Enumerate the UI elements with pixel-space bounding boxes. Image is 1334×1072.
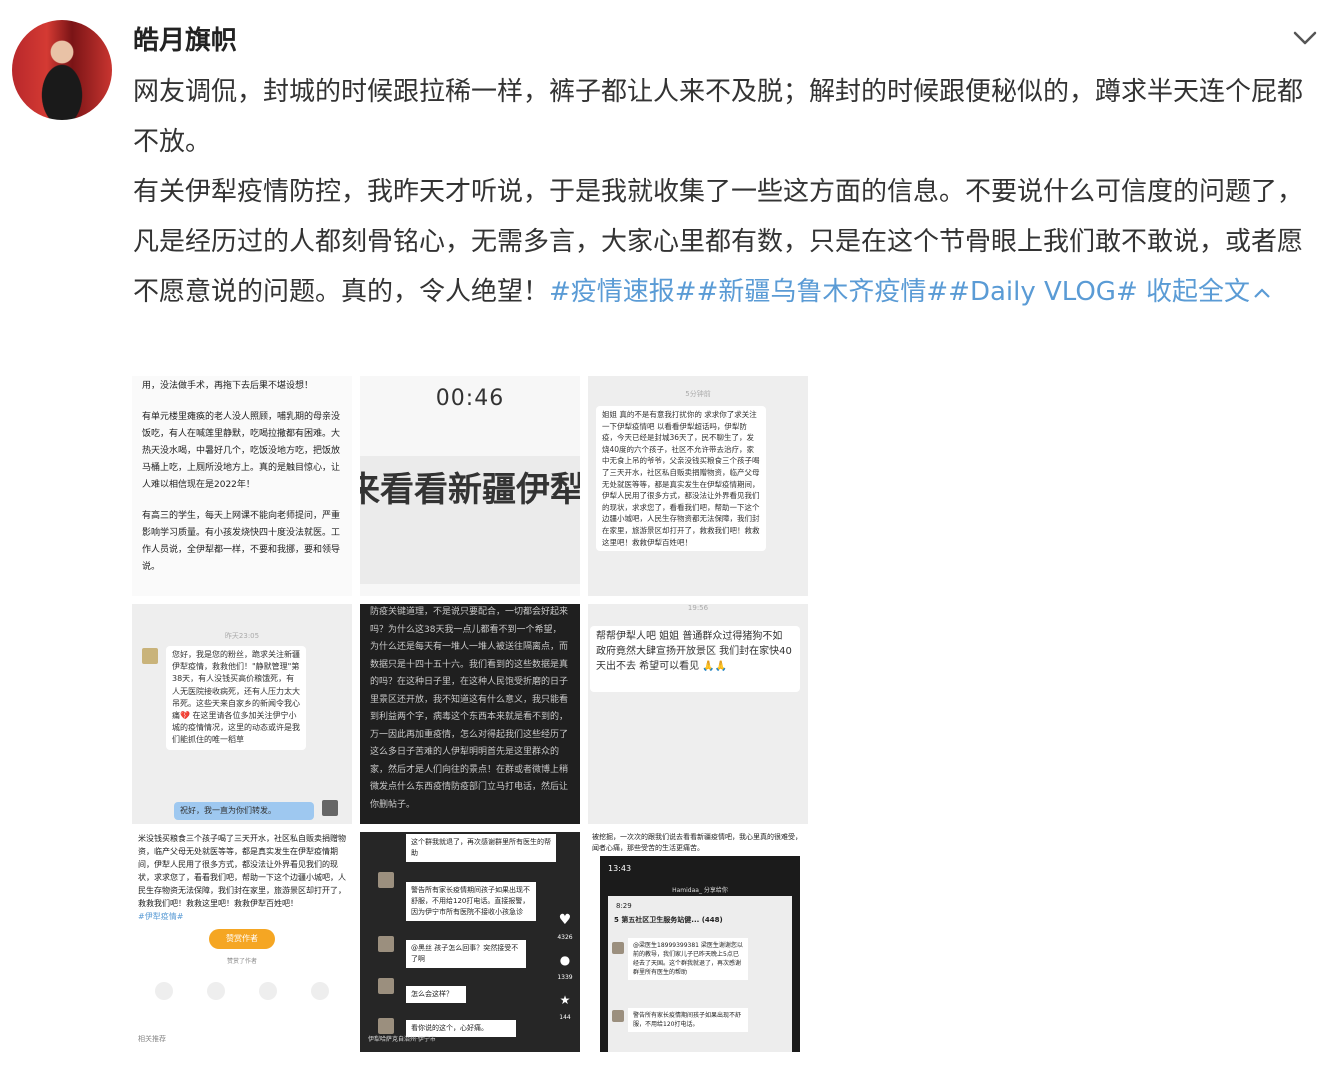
image-1[interactable]: 用，没法做手术，再拖下去后果不堪设想！ 有单元楼里瘫痪的老人没人照顾，哺乳期的母… [132,376,352,596]
moments-icon[interactable] [207,982,225,1000]
img8-avatar-2 [378,936,394,952]
img1-para-1: 用，没法做手术，再拖下去后果不堪设想！ [142,381,314,391]
img4-sender-avatar [142,648,158,664]
phone-screen: 13:43 Hamidaa_ 分享给你 8:29 5 第五社区卫生服务站健...… [600,856,800,1052]
fav-count: 144 [559,1014,571,1021]
img4-timestamp: 昨天23:05 [224,632,260,640]
post-line-1: 网友调侃，封城的时候跟拉稀一样，裤子都让人来不及脱；解封的时候跟便秘似的，蹲求半… [133,77,1304,157]
reward-button[interactable]: 赞赏作者 [209,929,275,949]
chevron-down-icon[interactable] [1292,28,1318,48]
img8-avatar-3 [378,978,394,994]
image-3[interactable]: 5分钟前 姐姐 真的不是有意我打扰你的 求求你了求关注一下伊犁疫情吧 以看看伊犁… [588,376,808,596]
back-count[interactable]: 5 [614,916,619,924]
image-2[interactable]: 00:46 来看看新疆伊犁 [360,376,580,596]
inner-msg-2: 警告所有家长疫情期间孩子如果出现不舒服，不用给120打电话。 [628,1008,748,1032]
img7-tag[interactable]: #伊犁疫情# [138,910,346,923]
img3-timestamp: 5分钟前 [685,390,711,398]
img9-top-text: 被挖掘，一次次的跟我们说去看看新疆疫情吧，我心里真的很难受，闻者心痛，那些受苦的… [592,833,802,852]
img8-msg-1: 这个群我就退了，再次感谢群里所有医生的帮助 [406,834,556,862]
img1-para-3: 有高三的学生，每天上网课不能向老师提问，严重影响学习质量。有小孩发烧快四十度没法… [142,511,341,572]
heart-icon[interactable]: ♥ [554,912,576,929]
qq-icon[interactable] [259,982,277,1000]
status-time: 13:43 [608,864,632,873]
comment-icon[interactable]: ● [554,952,576,969]
img8-msg-4: 怎么会这样？ [406,986,466,1003]
video-banner-text: 来看看新疆伊犁 [360,470,580,510]
inner-avatar-1 [612,942,624,954]
share-row [138,982,346,1000]
star-icon[interactable]: ★ [554,992,576,1009]
post-line-2: 有关伊犁疫情防控，我昨天才听说，于是我就收集了一些这方面的信息。不要说什么可信度… [133,167,1313,317]
group-count: (448) [701,916,723,924]
username[interactable]: 皓月旗帜 [133,20,237,57]
group-header: 5 第五社区卫生服务站健... (448) [614,912,723,929]
post-text: 网友调侃，封城的时候跟拉稀一样，裤子都让人来不及脱；解封的时候跟便秘似的，蹲求半… [133,67,1313,317]
img8-avatar-1 [378,872,394,888]
image-7[interactable]: 米没钱买粮食三个孩子喝了三天开水，社区私自贩卖捐赠物资，临产父母无处就医等等，都… [132,832,352,1052]
img3-message: 姐姐 真的不是有意我打扰你的 求求你了求关注一下伊犁疫情吧 以看看伊犁超话吗，伊… [596,406,766,552]
reward-note: 赞赏了作者 [226,958,257,965]
image-9[interactable]: 被挖掘，一次次的跟我们说去看看新疆疫情吧，我心里真的很难受，闻者心痛，那些受苦的… [588,832,808,1052]
img7-text: 米没钱买粮食三个孩子喝了三天开水，社区私自贩卖捐赠物资，临产父母无处就医等等，都… [138,834,346,908]
hashtags[interactable]: #疫情速报##新疆乌鲁木齐疫情##Daily VLOG# [549,277,1138,307]
chevron-up-icon [1254,287,1270,298]
img1-para-2: 有单元楼里瘫痪的老人没人照顾，哺乳期的母亲没饭吃，有人在喊莲里静默，吃喝拉撒都有… [142,412,341,490]
video-timer: 00:46 [435,386,505,411]
wechat-icon[interactable] [155,982,173,1000]
like-count: 4326 [557,934,573,941]
image-6[interactable]: 19:56 帮帮伊犁人吧 姐姐 普通群众过得猪狗不如 政府竟然大肆宣扬开放景区 … [588,604,808,824]
bookmark-icon[interactable] [311,982,329,1000]
img4-reply: 祝好，我一直为你们转发。 [174,802,314,820]
video-actions: ♥ 4326 ● 1339 ★ 144 [554,912,576,1026]
image-8[interactable]: 这个群我就退了，再次感谢群里所有医生的帮助 警告所有家长疫情期间孩子如果出现不舒… [360,832,580,1052]
comment-count: 1339 [557,974,573,981]
image-grid: 用，没法做手术，再拖下去后果不堪设想！ 有单元楼里瘫痪的老人没人照顾，哺乳期的母… [132,376,808,1052]
image-4[interactable]: 昨天23:05 您好，我是您的粉丝，跪求关注新疆伊犁疫情，救救他们！"静默管理"… [132,604,352,824]
img4-message: 您好，我是您的粉丝，跪求关注新疆伊犁疫情，救救他们！"静默管理"第38天，有人没… [166,646,306,750]
inner-avatar-2 [612,1010,624,1022]
image-5[interactable]: 防疫关键道理，不是说只要配合，一切都会好起来吗？为什么这38天我一点儿都看不到一… [360,604,580,824]
related-label: 相关推荐 [138,1035,166,1043]
img8-msg-2: 警告所有家长疫情期间孩子如果出现不舒服，不用给120打电话。直接报警，因为伊宁市… [406,882,536,921]
group-name: 第五社区卫生服务站健... [621,916,700,924]
avatar[interactable] [12,20,112,120]
img6-timestamp: 19:56 [687,604,709,612]
video-location: 伊犁哈萨克自治州·伊宁市 [368,1036,436,1043]
img4-self-avatar [322,800,338,816]
img5-text: 防疫关键道理，不是说只要配合，一切都会好起来吗？为什么这38天我一点儿都看不到一… [370,607,569,810]
inner-chat: 8:29 5 第五社区卫生服务站健... (448) @梁医生189993993… [608,896,792,1052]
img8-msg-3: @黑丝 孩子怎么回事？突然接受不了啊 [406,940,526,968]
inner-msg-1: @梁医生18999399381 梁医生谢谢您以前的教导，我们家儿子已昨天晚上5点… [628,938,748,980]
collapse-button[interactable]: 收起全文 [1146,277,1272,307]
img6-message: 帮帮伊犁人吧 姐姐 普通群众过得猪狗不如 政府竟然大肆宣扬开放景区 我们封在家快… [590,626,800,692]
